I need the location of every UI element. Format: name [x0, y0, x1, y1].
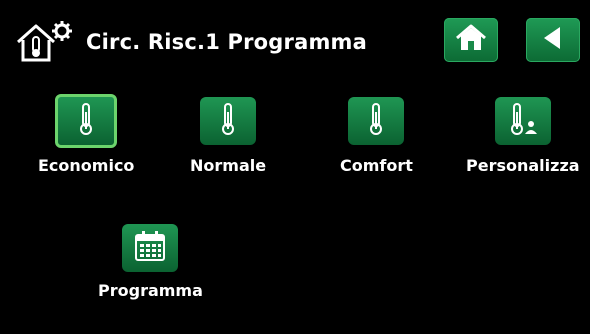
tile-programma[interactable]: Programma — [98, 224, 203, 300]
personalizza-label: Personalizza — [466, 156, 580, 175]
thermometer-icon — [77, 102, 95, 140]
home-icon — [454, 23, 488, 57]
thermometer-icon — [367, 102, 385, 140]
comfort-button[interactable] — [348, 97, 405, 145]
programma-label: Programma — [98, 281, 203, 300]
thermometer-user-icon — [508, 102, 538, 140]
economico-button[interactable] — [55, 94, 118, 148]
calendar-icon — [133, 230, 167, 266]
home-button[interactable] — [444, 18, 498, 62]
programma-button[interactable] — [122, 224, 179, 272]
tile-economico[interactable]: Economico — [38, 94, 134, 175]
normale-button[interactable] — [200, 97, 257, 145]
house-settings-icon — [14, 20, 74, 64]
back-button[interactable] — [526, 18, 580, 62]
personalizza-button[interactable] — [494, 97, 551, 145]
tile-personalizza[interactable]: Personalizza — [466, 97, 580, 175]
page-title: Circ. Risc.1 Programma — [86, 30, 367, 54]
back-arrow-icon — [539, 24, 567, 56]
normale-label: Normale — [190, 156, 267, 175]
tile-normale[interactable]: Normale — [190, 97, 266, 175]
thermometer-icon — [219, 102, 237, 140]
tile-comfort[interactable]: Comfort — [340, 97, 413, 175]
comfort-label: Comfort — [340, 156, 413, 175]
economico-label: Economico — [38, 156, 135, 175]
